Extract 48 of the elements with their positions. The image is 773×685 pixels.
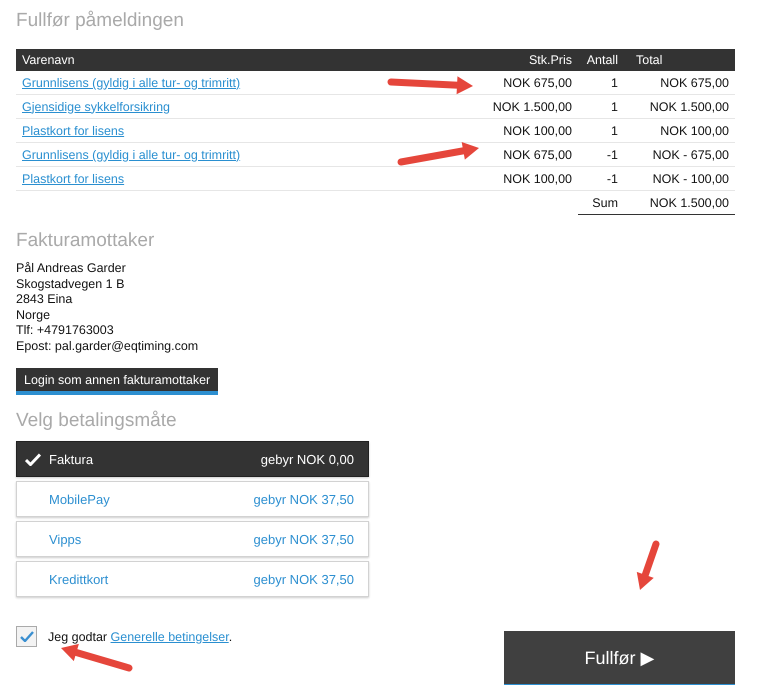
total-cell: NOK - 100,00 <box>652 172 729 186</box>
annotation-arrow <box>61 644 132 672</box>
submit-button[interactable]: Fullfør ▶ <box>504 631 735 685</box>
quantity-cell: 1 <box>611 76 618 90</box>
quantity-cell: -1 <box>606 148 618 162</box>
payment-option[interactable]: Vipps gebyr NOK 37,50 <box>16 521 369 557</box>
total-cell: NOK 1.500,00 <box>650 100 729 114</box>
payment-option[interactable]: Faktura gebyr NOK 0,00 <box>16 441 369 477</box>
section-heading: Fakturamottaker <box>16 230 156 252</box>
annotation-arrow <box>636 540 660 590</box>
column-header: Antall <box>578 49 624 71</box>
column-header: Total <box>624 49 735 71</box>
quantity-cell: 1 <box>611 124 618 138</box>
price-cell: NOK 675,00 <box>503 148 572 162</box>
address-line: Tlf: +4791763003 <box>16 323 114 337</box>
address-line: 2843 Eina <box>16 292 72 306</box>
total-cell: NOK - 675,00 <box>652 148 729 162</box>
product-link[interactable]: Plastkort for lisens <box>22 172 124 186</box>
payment-option[interactable]: MobilePay gebyr NOK 37,50 <box>16 481 369 517</box>
login-button[interactable]: Login som annen fakturamottaker <box>16 368 218 395</box>
address-line: Skogstadvegen 1 B <box>16 276 124 290</box>
page-title: Fullfør påmeldingen <box>16 10 185 32</box>
price-cell: NOK 1.500,00 <box>492 100 572 114</box>
payment-option[interactable]: Kredittkort gebyr NOK 37,50 <box>16 561 369 597</box>
quantity-cell: -1 <box>606 172 618 186</box>
price-cell: NOK 100,00 <box>503 124 572 138</box>
product-link[interactable]: Plastkort for lisens <box>22 124 124 138</box>
product-link[interactable]: Grunnlisens (gyldig i alle tur- og trimritt) <box>22 148 240 162</box>
price-cell: NOK 100,00 <box>503 172 572 186</box>
address-line: Epost: pal.garder@eqtiming.com <box>16 338 198 352</box>
terms-checkbox[interactable] <box>16 626 37 647</box>
sum-value: NOK 1.500,00 <box>650 196 729 210</box>
column-header: Stk.Pris <box>456 49 578 71</box>
terms-link[interactable]: Generelle betingelser <box>110 630 229 644</box>
total-cell: NOK 100,00 <box>660 124 729 138</box>
price-cell: NOK 675,00 <box>503 76 572 90</box>
quantity-cell: 1 <box>611 100 618 114</box>
checkmark-icon <box>20 631 34 642</box>
terms-text: Jeg godtar Generelle betingelser. <box>48 630 232 644</box>
product-link[interactable]: Gjensidige sykkelforsikring <box>22 100 170 114</box>
checkmark-icon <box>25 452 41 466</box>
total-cell: NOK 675,00 <box>660 76 729 90</box>
column-header: Varenavn <box>16 49 456 71</box>
section-heading: Velg betalingsmåte <box>16 410 178 432</box>
product-link[interactable]: Grunnlisens (gyldig i alle tur- og trimritt) <box>22 76 240 90</box>
address-line: Norge <box>16 308 50 322</box>
sum-label: Sum <box>592 196 618 210</box>
address-line: Pål Andreas Garder <box>16 261 126 275</box>
